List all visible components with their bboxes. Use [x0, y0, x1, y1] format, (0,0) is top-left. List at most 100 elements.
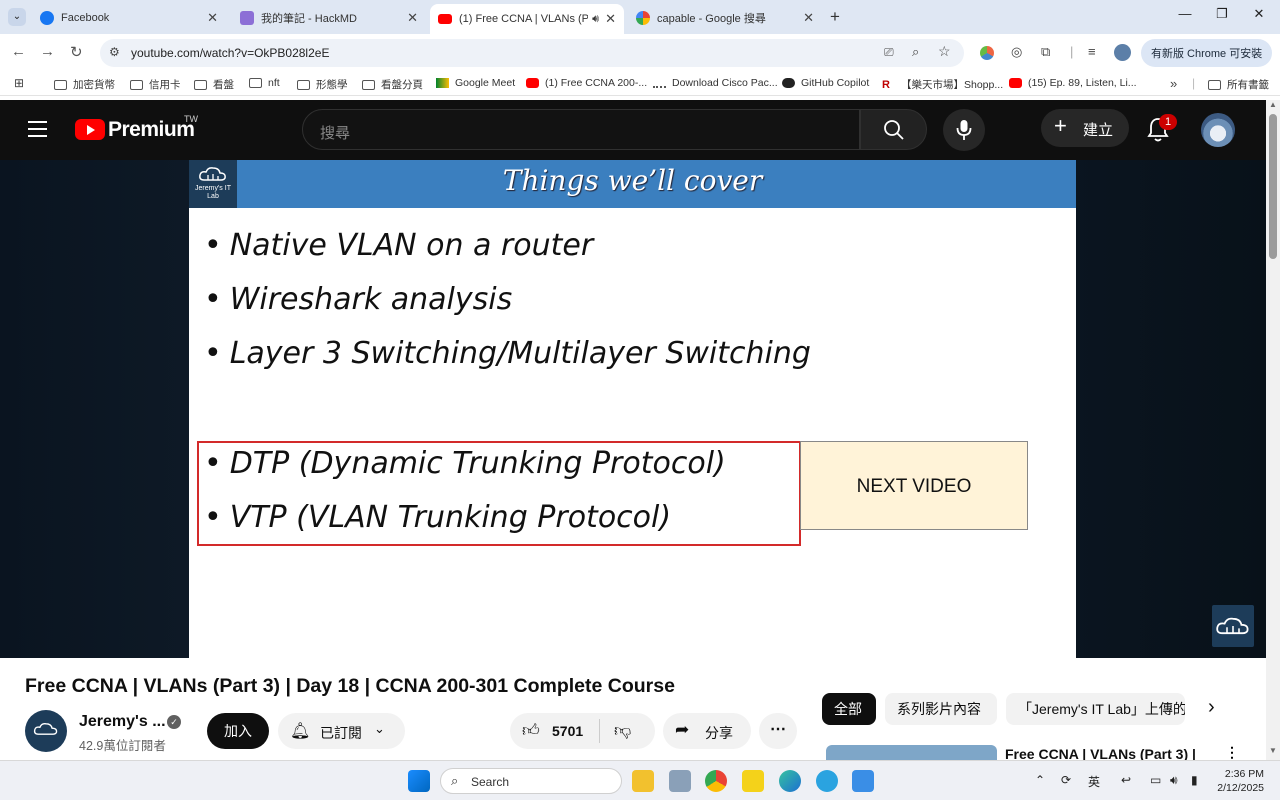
tab-google-search[interactable]: capable - Google 搜尋 ✕ [628, 4, 822, 32]
more-bookmarks-icon[interactable]: » [1170, 76, 1177, 91]
install-app-icon[interactable]: ⎚ [884, 45, 894, 60]
bookmark-label: nft [268, 77, 280, 89]
more-actions-icon[interactable]: ⋯ [759, 713, 797, 749]
chip-all[interactable]: 全部 [822, 693, 876, 725]
bookmark-label: Google Meet [455, 77, 516, 89]
chevron-right-icon[interactable]: › [1208, 696, 1215, 719]
thumbs-up-icon[interactable]: 👍︎ [522, 720, 540, 741]
account-avatar[interactable] [1201, 113, 1235, 147]
like-count[interactable]: 5701 [552, 723, 583, 739]
bookmark-item[interactable]: 加密貨幣 [54, 77, 115, 92]
youtube-masthead: Premium TW 搜尋 + 建立 [0, 100, 1266, 160]
join-button[interactable]: 加入 [207, 713, 269, 749]
address-bar[interactable]: ⚙ youtube.com/watch?v=OkPB028l2eE ⎚ ⌕ ☆ [100, 39, 964, 67]
youtube-logo-icon[interactable] [75, 119, 105, 140]
apps-grid-icon[interactable]: ⊞ [14, 76, 24, 90]
notification-count-badge: 1 [1159, 114, 1177, 130]
telegram-icon[interactable] [816, 770, 838, 792]
file-explorer-icon[interactable] [632, 770, 654, 792]
close-tab-icon[interactable]: ✕ [803, 10, 814, 26]
minimize-icon[interactable]: — [1170, 6, 1200, 21]
sticky-app-icon[interactable] [742, 770, 764, 792]
share-button[interactable]: ➦ 分享 [663, 713, 751, 749]
youtube-wordmark[interactable]: Premium [108, 118, 195, 142]
media-control-icon[interactable]: ≡ [1088, 44, 1096, 59]
taskbar-search[interactable]: ⌕ Search [440, 768, 622, 794]
input-method-label[interactable]: 英 [1088, 773, 1100, 790]
reload-icon[interactable]: ↻ [70, 43, 83, 61]
taskbar-app-icon[interactable] [669, 770, 691, 792]
system-clock[interactable]: 2:36 PM 2/12/2025 [1216, 767, 1264, 795]
close-tab-icon[interactable]: ✕ [207, 10, 218, 26]
recommended-video-title[interactable]: Free CCNA | VLANs (Part 3) | [1005, 746, 1205, 760]
thumbs-down-icon[interactable]: 👎︎ [614, 720, 631, 741]
bookmark-item[interactable]: GitHub Copilot [782, 77, 869, 89]
network-icon[interactable]: ▭ [1150, 773, 1161, 787]
chrome-update-button[interactable]: 有新版 Chrome 可安裝 ⋮ [1141, 39, 1272, 67]
windows-start-icon[interactable] [408, 770, 430, 792]
create-button[interactable]: + 建立 [1041, 109, 1129, 147]
bookmark-item[interactable]: R 【樂天市場】Shopp... [882, 77, 1003, 92]
recommended-video-thumbnail[interactable] [826, 745, 997, 760]
bookmark-item[interactable]: 看盤分頁 [362, 77, 423, 92]
sync-icon[interactable]: ⟳ [1061, 773, 1071, 787]
site-info-icon[interactable]: ⚙ [109, 45, 120, 59]
all-bookmarks-folder[interactable]: 所有書籤 [1208, 77, 1269, 92]
channel-name[interactable]: Jeremy's ... [79, 713, 166, 731]
update-label: 有新版 Chrome 可安裝 [1151, 48, 1263, 60]
search-placeholder: 搜尋 [320, 125, 351, 142]
voice-search-button[interactable] [943, 109, 985, 151]
back-icon[interactable]: ← [11, 43, 26, 60]
scroll-down-icon[interactable]: ▼ [1269, 746, 1277, 755]
extensions-puzzle-icon[interactable]: ⧉ [1041, 44, 1050, 60]
new-tab-icon[interactable]: + [830, 7, 840, 27]
chip-channel-uploads[interactable]: 「Jeremy's IT Lab」上傳的 [1006, 693, 1185, 725]
page-scrollbar[interactable]: ▲ ▼ [1266, 100, 1280, 760]
ime-mode-icon[interactable]: ↩ [1121, 773, 1131, 787]
tab-search-dropdown[interactable]: ⌄ [8, 8, 26, 26]
bookmark-item[interactable]: (15) Ep. 89, Listen, Li... [1009, 77, 1137, 89]
bookmark-label: Download Cisco Pac... [672, 77, 778, 89]
notepad-icon[interactable] [852, 770, 874, 792]
folder-icon [362, 79, 375, 90]
extension-lens-icon[interactable]: ◎ [1011, 44, 1022, 60]
close-tab-icon[interactable]: ✕ [605, 11, 616, 27]
tab-hackmd[interactable]: 我的筆記 - HackMD ✕ [232, 4, 426, 32]
bookmark-item[interactable]: 信用卡 [130, 77, 181, 92]
volume-icon[interactable]: 🔊︎ [1170, 773, 1178, 788]
bookmark-star-icon[interactable]: ☆ [938, 43, 951, 60]
close-window-icon[interactable]: ✕ [1244, 6, 1274, 22]
edge-icon[interactable] [779, 770, 801, 792]
extension-color-icon[interactable] [980, 46, 994, 60]
recommended-more-icon[interactable]: ⋮ [1225, 744, 1239, 761]
bookmark-item[interactable]: Google Meet [436, 77, 515, 89]
profile-icon[interactable] [1114, 44, 1131, 61]
menu-icon[interactable] [28, 121, 47, 137]
bookmark-item[interactable]: 看盤 [194, 77, 234, 92]
scroll-up-icon[interactable]: ▲ [1269, 100, 1277, 109]
channel-avatar[interactable] [25, 710, 67, 752]
bookmark-item[interactable]: Download Cisco Pac... [653, 77, 778, 89]
restore-icon[interactable]: ❐ [1207, 6, 1237, 22]
bookmark-item[interactable]: nft [249, 77, 280, 89]
chevron-up-icon[interactable]: ⌃ [1035, 773, 1045, 787]
search-button[interactable] [860, 109, 927, 150]
scrollbar-thumb[interactable] [1269, 114, 1277, 259]
speaker-icon[interactable]: 🔊︎ [592, 13, 599, 26]
bookmark-item[interactable]: (1) Free CCNA 200-... [526, 77, 647, 89]
subscribed-button[interactable]: 🔔︎ 已訂閱 ⌄ [278, 713, 405, 749]
tab-facebook[interactable]: Facebook ✕ [32, 4, 226, 32]
video-player[interactable]: Things we’ll cover Jeremy's IT Lab Nativ… [0, 160, 1266, 658]
close-tab-icon[interactable]: ✕ [407, 10, 418, 26]
divider-icon: | [1070, 44, 1074, 59]
tab-youtube-active[interactable]: (1) Free CCNA | VLANs (Part 🔊︎ ✕ [430, 4, 624, 34]
bookmark-item[interactable]: 形態學 [297, 77, 348, 92]
battery-icon[interactable]: ▮ [1191, 773, 1198, 787]
search-input[interactable]: 搜尋 [302, 109, 860, 150]
more-menu-icon[interactable]: ⋮ [1270, 47, 1272, 60]
chip-series[interactable]: 系列影片內容 [885, 693, 997, 725]
channel-watermark-icon[interactable] [1212, 605, 1254, 647]
zoom-icon[interactable]: ⌕ [912, 44, 919, 60]
forward-icon[interactable]: → [40, 43, 55, 60]
chrome-icon[interactable] [705, 770, 727, 792]
